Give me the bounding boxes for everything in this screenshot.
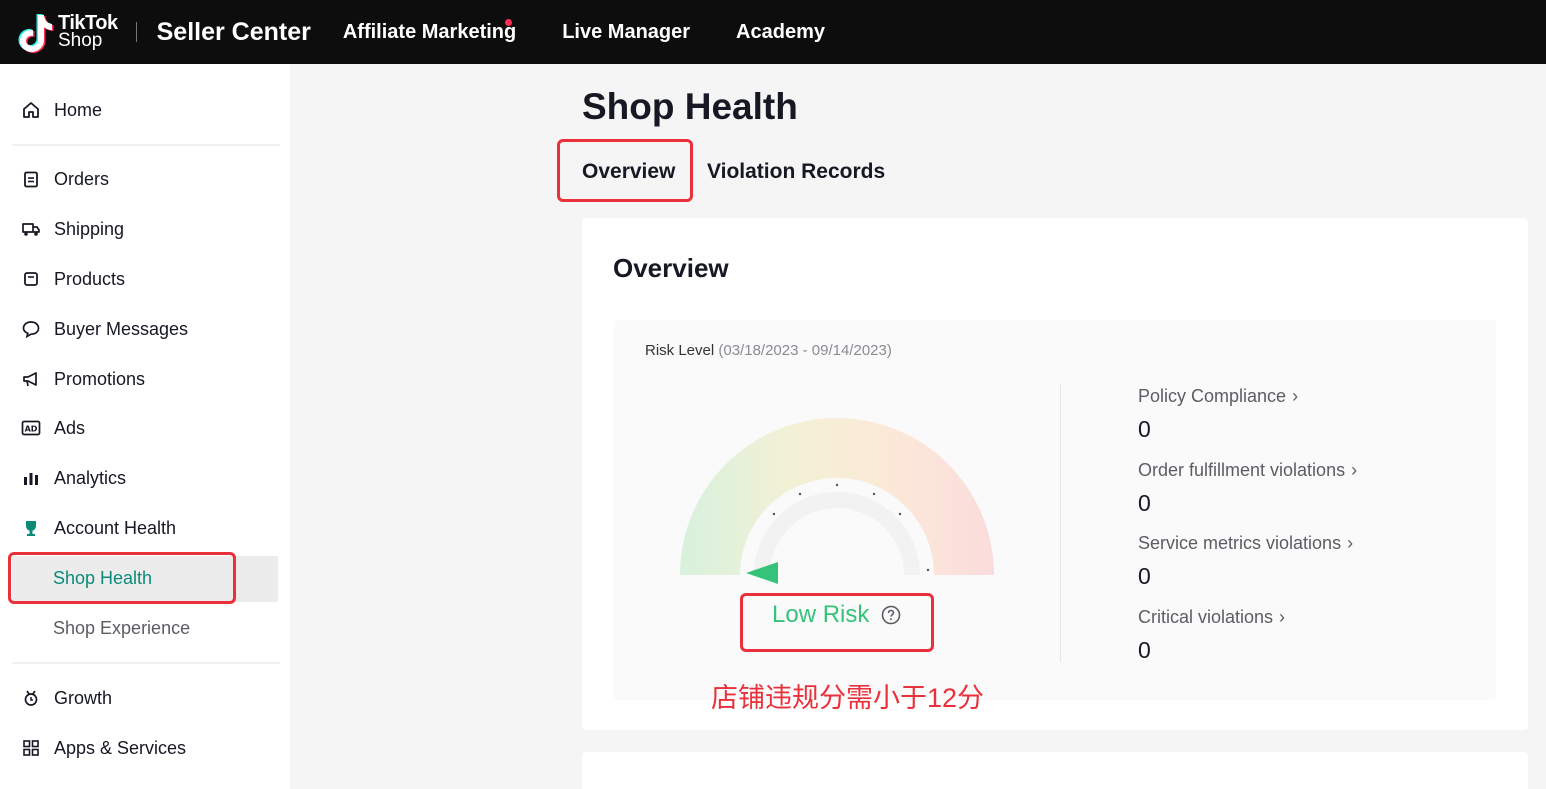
nav-affiliate-marketing-label: Affiliate Marketing bbox=[342, 20, 517, 43]
page-title: Shop Health bbox=[582, 86, 798, 127]
risk-date-range: (03/18/2023 - 09/14/2023) bbox=[718, 342, 892, 359]
stat-service-metrics-link[interactable]: Service metrics violations › bbox=[1138, 533, 1353, 554]
sidebar-item-label: Apps & Services bbox=[54, 737, 187, 758]
sidebar-item-label: Growth bbox=[54, 687, 113, 708]
stat-label: Critical violations bbox=[1138, 607, 1274, 627]
grid-icon bbox=[20, 737, 42, 759]
sidebar-item-growth[interactable]: Growth bbox=[20, 683, 112, 713]
megaphone-icon bbox=[20, 368, 42, 390]
sidebar-item-account-health[interactable]: Account Health bbox=[20, 513, 176, 543]
sidebar-item-label: Analytics bbox=[54, 467, 127, 488]
logo-text: TikTok Shop bbox=[58, 13, 118, 51]
vertical-divider bbox=[1060, 384, 1061, 662]
sidebar-divider bbox=[12, 662, 280, 664]
top-bar: TikTok Shop Seller Center Affiliate Mark… bbox=[0, 0, 1546, 64]
bar-chart-icon bbox=[20, 467, 42, 489]
sidebar-item-home[interactable]: Home bbox=[20, 95, 102, 125]
chevron-right-icon: › bbox=[1279, 607, 1286, 627]
sidebar-item-label: Home bbox=[54, 99, 103, 120]
stat-label: Order fulfillment violations bbox=[1138, 460, 1346, 480]
nav-affiliate-marketing[interactable]: Affiliate Marketing bbox=[342, 18, 517, 44]
sidebar-item-label: Ads bbox=[54, 417, 86, 438]
chat-icon bbox=[20, 318, 42, 340]
sidebar-item-label: Shipping bbox=[54, 218, 125, 239]
tiktok-shop-logo[interactable]: TikTok Shop bbox=[18, 11, 118, 53]
sidebar-item-shipping[interactable]: Shipping bbox=[20, 214, 124, 244]
chevron-right-icon: › bbox=[1347, 533, 1354, 553]
home-icon bbox=[20, 99, 42, 121]
growth-icon bbox=[20, 687, 42, 709]
sidebar-item-buyer-messages[interactable]: Buyer Messages bbox=[20, 314, 188, 344]
clipboard-icon bbox=[20, 168, 42, 190]
sidebar-item-label: Orders bbox=[54, 168, 110, 189]
stat-order-fulfillment-value: 0 bbox=[1138, 490, 1151, 516]
header-divider bbox=[135, 22, 137, 42]
sidebar-item-label: Buyer Messages bbox=[54, 318, 189, 339]
tab-violation-records[interactable]: Violation Records bbox=[707, 160, 885, 184]
stat-order-fulfillment-link[interactable]: Order fulfillment violations › bbox=[1138, 460, 1357, 481]
stat-critical-violations-link[interactable]: Critical violations › bbox=[1138, 607, 1285, 628]
stat-policy-compliance-value: 0 bbox=[1138, 416, 1151, 442]
sidebar-divider bbox=[12, 144, 280, 146]
sidebar-item-label: Products bbox=[54, 268, 126, 289]
sidebar-item-apps-services[interactable]: Apps & Services bbox=[20, 733, 186, 763]
sidebar-item-ads[interactable]: AD Ads bbox=[20, 413, 85, 443]
svg-text:AD: AD bbox=[25, 425, 38, 434]
highlight-box-shop-health bbox=[8, 552, 236, 604]
ad-icon: AD bbox=[20, 417, 42, 439]
sidebar-item-label: Promotions bbox=[54, 368, 146, 389]
chevron-right-icon: › bbox=[1351, 460, 1358, 480]
sidebar-item-label: Account Health bbox=[54, 517, 177, 538]
risk-gauge bbox=[680, 418, 994, 584]
trophy-icon bbox=[20, 517, 42, 539]
logo-line2: Shop bbox=[58, 30, 103, 51]
sidebar-item-promotions[interactable]: Promotions bbox=[20, 364, 145, 394]
stat-label: Service metrics violations bbox=[1138, 533, 1342, 553]
highlight-box-overview-tab bbox=[557, 139, 693, 202]
sidebar-item-analytics[interactable]: Analytics bbox=[20, 463, 126, 493]
seller-center-title[interactable]: Seller Center bbox=[157, 18, 311, 47]
highlight-box-low-risk bbox=[740, 593, 934, 652]
risk-level-text: Risk Level bbox=[645, 342, 715, 359]
notification-dot bbox=[505, 18, 513, 26]
tiktok-logo-icon bbox=[18, 14, 54, 53]
sidebar-subitem-shop-experience[interactable]: Shop Experience bbox=[53, 613, 190, 643]
sidebar-item-orders[interactable]: Orders bbox=[20, 164, 109, 194]
stat-policy-compliance-link[interactable]: Policy Compliance › bbox=[1138, 386, 1298, 407]
truck-icon bbox=[20, 218, 42, 240]
stat-label: Policy Compliance bbox=[1138, 386, 1287, 406]
stat-service-metrics-value: 0 bbox=[1138, 563, 1151, 589]
nav-academy[interactable]: Academy bbox=[736, 21, 825, 44]
annotation-note: 店铺违规分需小于12分 bbox=[711, 683, 985, 713]
box-icon bbox=[20, 268, 42, 290]
stat-critical-violations-value: 0 bbox=[1138, 637, 1151, 663]
card-title: Overview bbox=[613, 253, 729, 283]
sidebar-item-products[interactable]: Products bbox=[20, 264, 125, 294]
nav-live-manager[interactable]: Live Manager bbox=[562, 21, 690, 44]
chevron-right-icon: › bbox=[1292, 386, 1299, 406]
secondary-card bbox=[582, 752, 1528, 789]
risk-level-label: Risk Level (03/18/2023 - 09/14/2023) bbox=[645, 342, 892, 359]
sidebar: Home Orders Shipping Products Buyer Mess… bbox=[0, 64, 290, 789]
